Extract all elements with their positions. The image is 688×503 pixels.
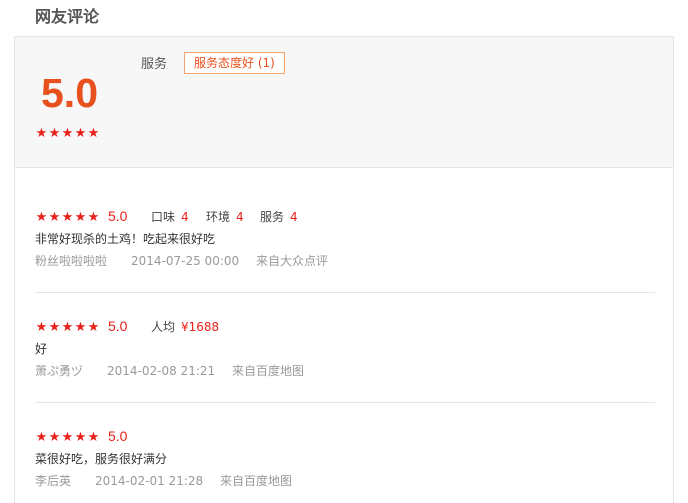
divider	[35, 402, 655, 403]
star-icon: ★	[74, 210, 87, 225]
review-author[interactable]: 李后英	[35, 472, 71, 490]
reviews-panel: 5.0 ★ ★ ★ ★ ★ 服务 服务态度好 (1) ★ ★ ★ ★ ★ 5.0 口味 4 环境 4…	[14, 36, 674, 503]
sub-rating-value: 4	[236, 210, 244, 224]
star-icon: ★	[74, 320, 87, 335]
star-icon: ★	[87, 320, 100, 335]
star-icon: ★	[61, 126, 74, 141]
review-source: 来自百度地图	[232, 364, 305, 378]
star-icon: ★	[87, 210, 100, 225]
sub-rating-value: 4	[290, 210, 298, 224]
rating-summary: 5.0 ★ ★ ★ ★ ★ 服务 服务态度好 (1)	[15, 37, 673, 168]
review-date: 2014-02-08 21:21	[107, 364, 216, 378]
review-rating-row: ★ ★ ★ ★ ★ 5.0	[35, 427, 655, 447]
review-date: 2014-02-01 21:28	[95, 474, 204, 488]
overall-score: 5.0	[41, 70, 98, 116]
sub-rating-environment: 环境 4	[206, 208, 244, 226]
sub-rating-avg-price: 人均 ¥1688	[151, 318, 219, 336]
star-icon: ★	[74, 126, 87, 141]
star-icon: ★	[48, 430, 61, 445]
impression-tag[interactable]: 服务态度好 (1)	[184, 52, 285, 74]
review-stars: ★ ★ ★ ★ ★	[35, 431, 100, 444]
star-icon: ★	[48, 320, 61, 335]
star-icon: ★	[61, 210, 74, 225]
sub-rating-taste: 口味 4	[151, 208, 189, 226]
review-stars: ★ ★ ★ ★ ★	[35, 211, 100, 224]
sub-rating-label: 服务	[260, 210, 285, 224]
star-icon: ★	[35, 430, 48, 445]
sub-rating-service: 服务 4	[260, 208, 298, 226]
review-text: 非常好现杀的土鸡！吃起来很好吃	[35, 232, 216, 246]
category-label: 服务	[141, 57, 168, 72]
sub-rating-label: 环境	[206, 210, 231, 224]
section-title: 网友评论	[35, 7, 100, 26]
star-icon: ★	[48, 210, 61, 225]
star-icon: ★	[87, 430, 100, 445]
review-source: 来自大众点评	[256, 254, 329, 268]
star-icon: ★	[48, 126, 61, 141]
review-score: 5.0	[108, 318, 128, 334]
sub-rating-value: 4	[181, 210, 189, 224]
star-icon: ★	[61, 320, 74, 335]
review-date: 2014-07-25 00:00	[131, 254, 240, 268]
sub-rating-label: 口味	[151, 210, 176, 224]
review-score: 5.0	[108, 208, 128, 224]
review-source: 来自百度地图	[220, 474, 293, 488]
review-score: 5.0	[108, 428, 128, 444]
review-text: 好	[35, 342, 48, 356]
star-icon: ★	[61, 430, 74, 445]
star-icon: ★	[74, 430, 87, 445]
review-rating-row: ★ ★ ★ ★ ★ 5.0 人均 ¥1688	[35, 317, 655, 337]
review-author[interactable]: 粉丝啦啦啦啦	[35, 252, 107, 270]
sub-rating-value: ¥1688	[181, 320, 220, 334]
star-icon: ★	[35, 210, 48, 225]
divider	[35, 292, 655, 293]
overall-stars: ★ ★ ★ ★ ★	[35, 127, 100, 140]
star-icon: ★	[35, 320, 48, 335]
sub-rating-label: 人均	[151, 320, 176, 334]
review-text: 菜很好吃，服务很好满分	[35, 452, 168, 466]
star-icon: ★	[87, 126, 100, 141]
review-stars: ★ ★ ★ ★ ★	[35, 321, 100, 334]
star-icon: ★	[35, 126, 48, 141]
review-rating-row: ★ ★ ★ ★ ★ 5.0 口味 4 环境 4 服务 4	[35, 207, 655, 227]
review-author[interactable]: 萧ぷ勇ヅ	[35, 362, 83, 380]
